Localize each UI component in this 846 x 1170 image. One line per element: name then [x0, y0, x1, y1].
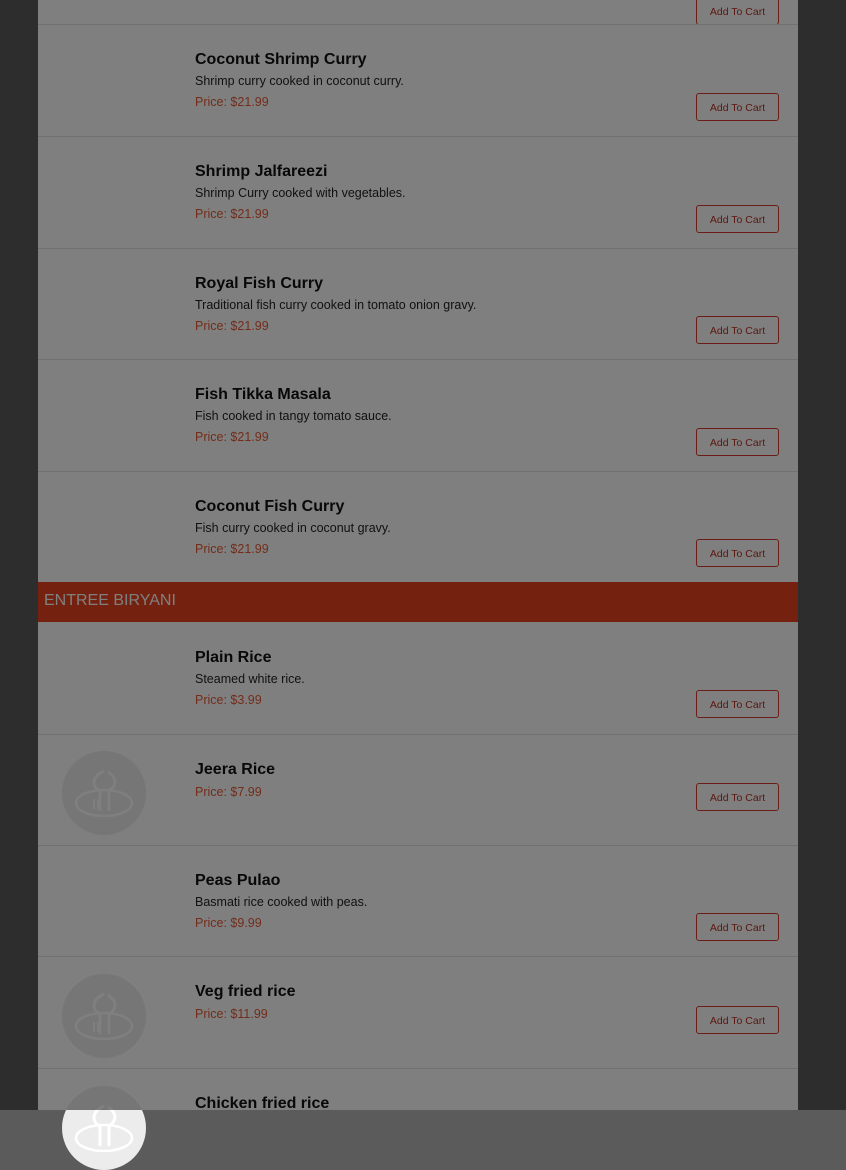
add-to-cart-button[interactable]: Add To Cart: [696, 539, 779, 567]
item-price: Price: $3.99: [195, 693, 262, 707]
item-price: Price: $7.99: [195, 785, 262, 799]
restaurant-logo-icon: [74, 769, 134, 818]
menu-item: Add To Cart: [38, 0, 798, 25]
add-to-cart-button[interactable]: Add To Cart: [696, 93, 779, 121]
add-to-cart-button[interactable]: Add To Cart: [696, 690, 779, 718]
item-price: Price: $21.99: [195, 542, 269, 556]
item-description: Fish cooked in tangy tomato sauce.: [195, 409, 392, 423]
item-price: Price: $21.99: [195, 430, 269, 444]
add-to-cart-button[interactable]: Add To Cart: [696, 316, 779, 344]
item-description: Steamed white rice.: [195, 672, 305, 686]
restaurant-logo-icon: [62, 1086, 146, 1170]
add-to-cart-button[interactable]: Add To Cart: [696, 428, 779, 456]
section-header: ENTREE BIRYANI: [38, 582, 798, 622]
menu-item: Plain Rice Steamed white rice. Price: $3…: [38, 623, 798, 734]
menu-item: Coconut Shrimp Curry Shrimp curry cooked…: [38, 24, 798, 136]
menu-item: Coconut Fish Curry Fish curry cooked in …: [38, 471, 798, 583]
menu-item: Peas Pulao Basmati rice cooked with peas…: [38, 845, 798, 957]
item-price: Price: $9.99: [195, 916, 262, 930]
menu-item: Shrimp Jalfareezi Shrimp Curry cooked wi…: [38, 136, 798, 248]
item-description: Fish curry cooked in coconut gravy.: [195, 521, 391, 535]
item-description: Traditional fish curry cooked in tomato …: [195, 298, 477, 312]
item-description: Shrimp curry cooked in coconut curry.: [195, 74, 404, 88]
menu-item: Fish Tikka Masala Fish cooked in tangy t…: [38, 359, 798, 471]
restaurant-logo-icon: [62, 751, 146, 835]
add-to-cart-button[interactable]: Add To Cart: [696, 783, 779, 811]
add-to-cart-button[interactable]: Add To Cart: [696, 205, 779, 233]
menu-item: Veg fried rice Price: $11.99 Add To Cart: [38, 956, 798, 1068]
item-price: Price: $21.99: [195, 207, 269, 221]
item-description: Shrimp Curry cooked with vegetables.: [195, 186, 406, 200]
item-name: Peas Pulao: [195, 872, 281, 889]
item-name: Jeera Rice: [195, 761, 276, 778]
item-name: Plain Rice: [195, 649, 272, 666]
item-name: Coconut Shrimp Curry: [195, 51, 367, 68]
restaurant-logo-icon: [74, 1104, 134, 1153]
menu-panel: Add To Cart Coconut Shrimp Curry Shrimp …: [38, 0, 798, 1170]
add-to-cart-button[interactable]: Add To Cart: [696, 0, 779, 25]
item-name: Fish Tikka Masala: [195, 386, 331, 403]
item-price: Price: $21.99: [195, 319, 269, 333]
item-description: Basmati rice cooked with peas.: [195, 895, 368, 909]
item-name: Chicken fried rice: [195, 1095, 330, 1112]
item-price: Price: $21.99: [195, 95, 269, 109]
menu-item: Royal Fish Curry Traditional fish curry …: [38, 248, 798, 360]
restaurant-logo-icon: [74, 992, 134, 1041]
restaurant-logo-icon: [62, 974, 146, 1058]
menu-item: Chicken fried rice: [38, 1068, 798, 1170]
item-price: Price: $11.99: [195, 1007, 268, 1021]
item-name: Royal Fish Curry: [195, 275, 324, 292]
add-to-cart-button[interactable]: Add To Cart: [696, 1006, 779, 1034]
menu-item: Jeera Rice Price: $7.99 Add To Cart: [38, 734, 798, 846]
add-to-cart-button[interactable]: Add To Cart: [696, 913, 779, 941]
item-name: Coconut Fish Curry: [195, 498, 345, 515]
item-name: Shrimp Jalfareezi: [195, 163, 328, 180]
item-name: Veg fried rice: [195, 983, 296, 1000]
